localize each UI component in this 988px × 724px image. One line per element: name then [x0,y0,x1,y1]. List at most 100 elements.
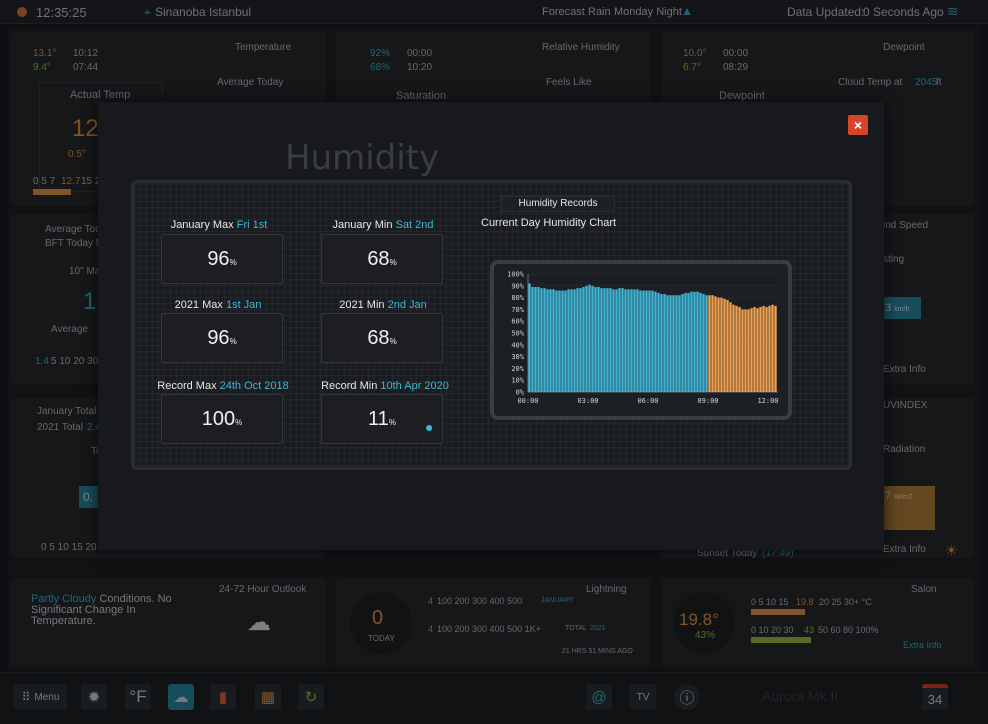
y-tick-label: 20% [511,365,524,373]
humidity-bar [642,290,645,392]
humidity-bar [705,295,708,392]
record-label-jan-min: January Min Sat 2nd [332,219,434,231]
humidity-bar [750,308,753,392]
humidity-bar [669,295,672,392]
humidity-bar [675,295,678,392]
y-tick-label: 90% [511,282,524,290]
humidity-bar [615,289,618,392]
humidity-bar [672,295,675,392]
water-drop-icon: ● [425,419,434,435]
humidity-bar [528,283,531,392]
humidity-bar [708,295,711,392]
humidity-bar [534,286,537,392]
modal-title: Humidity [285,138,440,178]
x-tick-label: 09:00 [697,397,718,405]
humidity-bar [762,305,765,392]
humidity-bar [531,286,534,392]
humidity-bar [600,288,603,392]
humidity-bar [570,289,573,392]
humidity-bar [681,294,684,392]
humidity-bar [549,289,552,392]
humidity-bar [537,286,540,392]
humidity-bar [645,290,648,392]
humidity-bar [693,291,696,392]
chart-title: Current Day Humidity Chart [481,217,617,229]
humidity-bar [573,289,576,392]
humidity-bar [774,305,777,392]
humidity-bar [666,295,669,392]
record-value-jan-max: 96% [161,234,283,284]
record-label-year-max: 2021 Max 1st Jan [174,299,262,311]
humidity-bar [606,288,609,392]
humidity-bar [699,292,702,392]
humidity-bar [726,299,729,392]
humidity-bar [771,304,774,392]
humidity-bar [588,284,591,392]
humidity-bar [639,290,642,392]
records-title: Humidity Records [501,196,615,212]
record-label-jan-max: January Max Fri 1st [170,219,268,231]
record-label-year-min: 2021 Min 2nd Jan [339,299,427,311]
humidity-bar [765,307,768,392]
humidity-bar [609,288,612,392]
y-tick-label: 50% [511,330,524,338]
humidity-bar [735,305,738,392]
humidity-bar [543,288,546,392]
humidity-bar [720,297,723,392]
humidity-bar [687,292,690,392]
humidity-bar [636,289,639,392]
humidity-bar [741,309,744,392]
humidity-bar [612,289,615,392]
humidity-bar [561,290,564,392]
record-label-all-max: Record Max 24th Oct 2018 [157,380,289,392]
humidity-bar [702,294,705,392]
humidity-bar [729,302,732,392]
humidity-bar [633,289,636,392]
record-value-jan-min: 68% [321,234,443,284]
humidity-bar [546,289,549,392]
humidity-bar [540,288,543,392]
humidity-bar [738,307,741,392]
humidity-bar [624,289,627,392]
y-tick-label: 70% [511,306,524,314]
humidity-bar [654,291,657,392]
record-value-year-max: 96% [161,313,283,363]
humidity-bar [759,307,762,392]
humidity-bar [753,307,756,392]
humidity-bar [747,309,750,392]
record-value-all-max: 100% [161,394,283,444]
close-button[interactable]: × [848,115,868,135]
humidity-bar [597,286,600,392]
humidity-bar [744,309,747,392]
humidity-bar [591,285,594,392]
humidity-bar [564,290,567,392]
humidity-bar [723,298,726,392]
humidity-bar [585,285,588,392]
humidity-bar [552,289,555,392]
humidity-bar [648,290,651,392]
x-tick-label: 12:00 [757,397,778,405]
humidity-bar [579,288,582,392]
humidity-bar [582,286,585,392]
humidity-bar [576,288,579,392]
humidity-bar [663,294,666,392]
record-label-all-min: Record Min 10th Apr 2020 [321,380,449,392]
x-tick-label: 06:00 [637,397,658,405]
humidity-bar [657,292,660,392]
humidity-bar [627,289,630,392]
humidity-bar [558,290,561,392]
y-tick-label: 30% [511,353,524,361]
humidity-bar [768,305,771,392]
y-tick-label: 80% [511,294,524,302]
humidity-bar [567,289,570,392]
humidity-bar [594,286,597,392]
x-tick-label: 03:00 [577,397,598,405]
humidity-bar [690,291,693,392]
humidity-bar [660,294,663,392]
humidity-bar [621,288,624,392]
humidity-bar [603,288,606,392]
humidity-bar [714,296,717,392]
humidity-bar [678,295,681,392]
humidity-bar [651,290,654,392]
humidity-bar [618,288,621,392]
